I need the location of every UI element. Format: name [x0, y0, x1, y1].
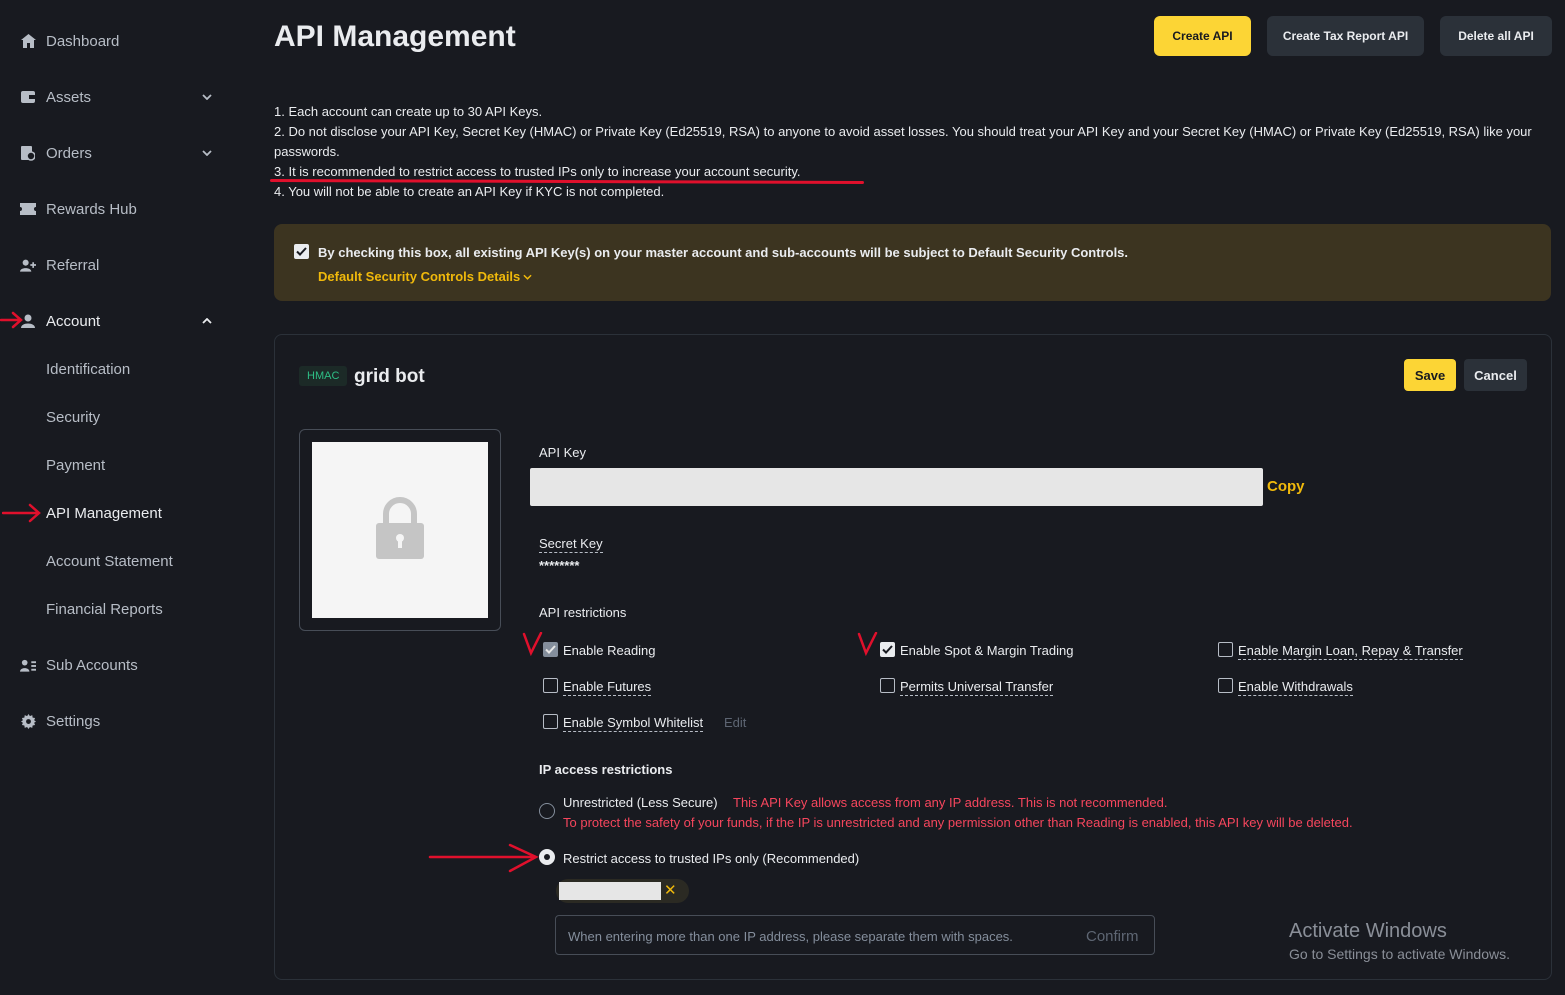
sidebar-item-dashboard[interactable]: Dashboard: [0, 21, 230, 61]
unrestricted-label: Unrestricted (Less Secure): [563, 795, 718, 810]
enable-spot-margin-label: Enable Spot & Margin Trading: [900, 643, 1074, 658]
sidebar-item-payment[interactable]: Payment: [0, 445, 230, 485]
enable-withdrawals-label: Enable Withdrawals: [1238, 679, 1353, 696]
api-key-value: [530, 468, 1263, 506]
unrestricted-warning-2: To protect the safety of your funds, if …: [563, 815, 1353, 830]
restricted-label: Restrict access to trusted IPs only (Rec…: [563, 851, 860, 866]
enable-futures-label: Enable Futures: [563, 679, 652, 696]
api-key-label: API Key: [539, 445, 586, 460]
sidebar: Dashboard Assets Orders Rewards Hub Refe…: [0, 0, 240, 995]
security-controls-checkbox[interactable]: [294, 244, 309, 259]
ip-input-placeholder: When entering more than one IP address, …: [568, 929, 1013, 944]
secret-key-value: ********: [539, 558, 580, 573]
notice-text: By checking this box, all existing API K…: [318, 245, 1129, 260]
security-controls-notice: By checking this box, all existing API K…: [274, 224, 1551, 301]
restricted-radio[interactable]: [539, 849, 555, 865]
security-controls-details-link[interactable]: Default Security Controls Details: [318, 269, 532, 284]
lock-icon: [376, 496, 424, 564]
enable-spot-margin-checkbox[interactable]: [880, 642, 895, 657]
universal-transfer-label: Permits Universal Transfer: [900, 679, 1054, 696]
sidebar-item-settings[interactable]: Settings: [0, 701, 230, 741]
sidebar-item-assets[interactable]: Assets: [0, 77, 230, 117]
sidebar-item-identification[interactable]: Identification: [0, 349, 230, 389]
sidebar-item-security[interactable]: Security: [0, 397, 230, 437]
symbol-whitelist-checkbox[interactable]: [543, 714, 558, 729]
api-notes: 1. Each account can create up to 30 API …: [274, 102, 1564, 202]
enable-margin-loan-checkbox[interactable]: [1218, 642, 1233, 657]
ip-restrictions-label: IP access restrictions: [539, 762, 673, 777]
universal-transfer-checkbox[interactable]: [880, 678, 895, 693]
confirm-button[interactable]: Confirm: [1086, 928, 1139, 945]
ip-chip: ✕: [556, 879, 689, 903]
api-key-name: grid bot: [354, 366, 425, 387]
delete-all-api-button[interactable]: Delete all API: [1440, 16, 1552, 56]
wallet-icon: [20, 89, 36, 105]
enable-withdrawals-checkbox[interactable]: [1218, 678, 1233, 693]
chevron-down-icon: [200, 146, 214, 160]
sidebar-item-sub-accounts[interactable]: Sub Accounts: [0, 645, 230, 685]
activate-windows-watermark: Activate Windows Go to Settings to activ…: [1289, 920, 1510, 962]
create-api-button[interactable]: Create API: [1154, 16, 1251, 56]
save-button[interactable]: Save: [1404, 359, 1456, 391]
note-1: 1. Each account can create up to 30 API …: [274, 104, 543, 119]
chevron-up-icon: [200, 314, 214, 328]
sidebar-item-rewards-hub[interactable]: Rewards Hub: [0, 189, 230, 229]
unrestricted-radio[interactable]: [539, 803, 555, 819]
copy-button[interactable]: Copy: [1267, 478, 1305, 495]
cancel-button[interactable]: Cancel: [1464, 359, 1527, 391]
enable-futures-checkbox[interactable]: [543, 678, 558, 693]
sidebar-item-referral[interactable]: Referral: [0, 245, 230, 285]
sidebar-item-orders[interactable]: Orders: [0, 133, 230, 173]
secret-key-label: Secret Key: [539, 536, 603, 553]
users-icon: [20, 657, 36, 673]
note-4: 4. You will not be able to create an API…: [274, 184, 665, 199]
page-title: API Management: [274, 20, 516, 53]
api-restrictions-label: API restrictions: [539, 605, 627, 620]
sidebar-item-account[interactable]: Account: [0, 301, 230, 341]
sidebar-item-account-statement[interactable]: Account Statement: [0, 541, 230, 581]
enable-margin-loan-label: Enable Margin Loan, Repay & Transfer: [1238, 643, 1463, 660]
enable-reading-label: Enable Reading: [563, 643, 656, 658]
ticket-icon: [20, 201, 36, 217]
sidebar-item-financial-reports[interactable]: Financial Reports: [0, 589, 230, 629]
home-icon: [20, 33, 36, 49]
qr-placeholder: [312, 442, 488, 618]
create-tax-report-api-button[interactable]: Create Tax Report API: [1267, 16, 1424, 56]
unrestricted-warning-1: This API Key allows access from any IP a…: [733, 795, 1168, 810]
chevron-down-icon: [200, 90, 214, 104]
annotation-arrow-api-management: [2, 503, 41, 523]
ip-chip-value: [559, 882, 661, 900]
annotation-check-spot: [857, 632, 878, 656]
chevron-down-icon: [523, 274, 532, 280]
annotation-arrow-restricted: [428, 843, 539, 873]
whitelist-edit-link[interactable]: Edit: [724, 715, 746, 730]
orders-icon: [20, 145, 36, 161]
annotation-arrow-account: [0, 311, 23, 329]
close-icon[interactable]: ✕: [664, 881, 677, 899]
add-user-icon: [20, 257, 36, 273]
enable-reading-checkbox[interactable]: [543, 642, 558, 657]
ip-input[interactable]: When entering more than one IP address, …: [555, 915, 1155, 955]
symbol-whitelist-label: Enable Symbol Whitelist: [563, 715, 704, 732]
note-2: 2. Do not disclose your API Key, Secret …: [274, 124, 1532, 159]
annotation-check-reading: [522, 632, 543, 656]
gear-icon: [20, 713, 36, 729]
hmac-badge: HMAC: [299, 366, 348, 386]
